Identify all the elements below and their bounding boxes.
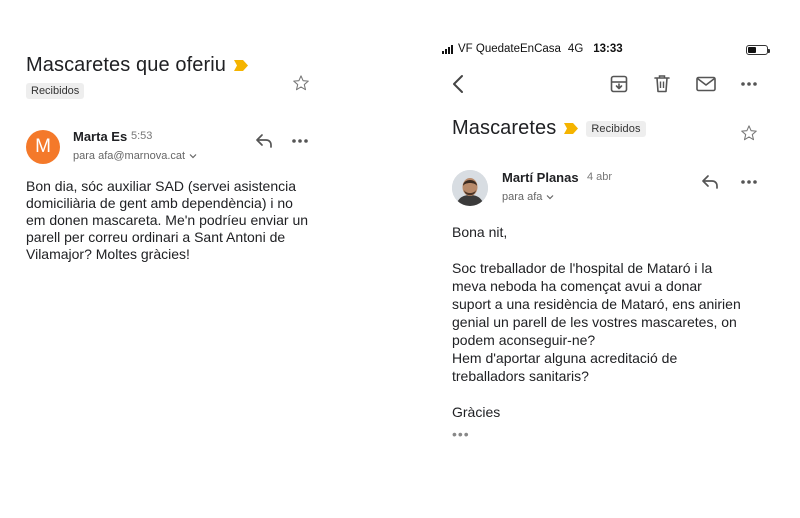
recipient-details[interactable]: para afa@marnova.cat <box>73 150 197 162</box>
right-email-view: VF QuedateEnCasa 4G 13:33 Mascaretes Rec… <box>420 0 800 518</box>
recipient-details[interactable]: para afa <box>502 191 554 203</box>
email-body: Bona nit, Soc treballador de l'hospital … <box>452 224 741 420</box>
recipient-text: para afa@marnova.cat <box>73 150 186 162</box>
subject-text: Mascaretes <box>452 117 557 139</box>
email-date: 4 abr <box>587 171 613 183</box>
subject-text: Mascaretes que oferiu <box>26 54 226 76</box>
battery-icon <box>746 45 770 55</box>
chevron-down-icon <box>546 195 554 200</box>
more-horizontal-icon[interactable] <box>741 179 757 185</box>
star-icon[interactable] <box>292 74 310 92</box>
network-type: 4G <box>567 43 584 55</box>
mail-icon[interactable] <box>696 76 716 92</box>
status-time: 13:33 <box>593 43 623 55</box>
sender-photo <box>452 170 488 206</box>
back-arrow-icon[interactable] <box>452 74 464 94</box>
email-body: Bon dia, sóc auxiliar SAD (servei asiste… <box>26 178 309 262</box>
sender-name[interactable]: Martí Planas <box>502 170 579 185</box>
trimmed-content-toggle[interactable]: ••• <box>452 426 470 442</box>
trash-icon[interactable] <box>654 74 670 93</box>
sender-avatar[interactable]: M <box>26 130 60 164</box>
chevron-down-icon <box>189 154 197 159</box>
status-bar-left: VF QuedateEnCasa 4G 13:33 <box>442 43 623 55</box>
battery-level <box>748 47 757 53</box>
signal-icon <box>442 44 453 54</box>
archive-icon[interactable] <box>610 75 628 93</box>
importance-tag-icon[interactable] <box>233 60 248 71</box>
sender-name[interactable]: Marta Es <box>73 129 127 144</box>
folder-label-chip[interactable]: Recibidos <box>26 83 85 99</box>
reply-icon[interactable] <box>255 133 273 149</box>
email-subject: Mascaretes Recibidos <box>452 117 646 140</box>
left-email-view: Mascaretes que oferiu Recibidos M Marta … <box>0 0 400 518</box>
recipient-text: para afa <box>502 191 543 203</box>
carrier-name: VF QuedateEnCasa <box>458 43 561 55</box>
more-horizontal-icon[interactable] <box>292 138 308 144</box>
star-icon[interactable] <box>740 124 758 142</box>
email-time: 5:53 <box>131 130 153 142</box>
importance-tag-icon[interactable] <box>564 123 579 134</box>
sender-avatar[interactable] <box>452 170 488 206</box>
email-subject: Mascaretes que oferiu <box>26 54 248 77</box>
reply-icon[interactable] <box>701 174 719 190</box>
more-horizontal-icon[interactable] <box>741 81 757 87</box>
folder-label-chip[interactable]: Recibidos <box>586 120 646 137</box>
